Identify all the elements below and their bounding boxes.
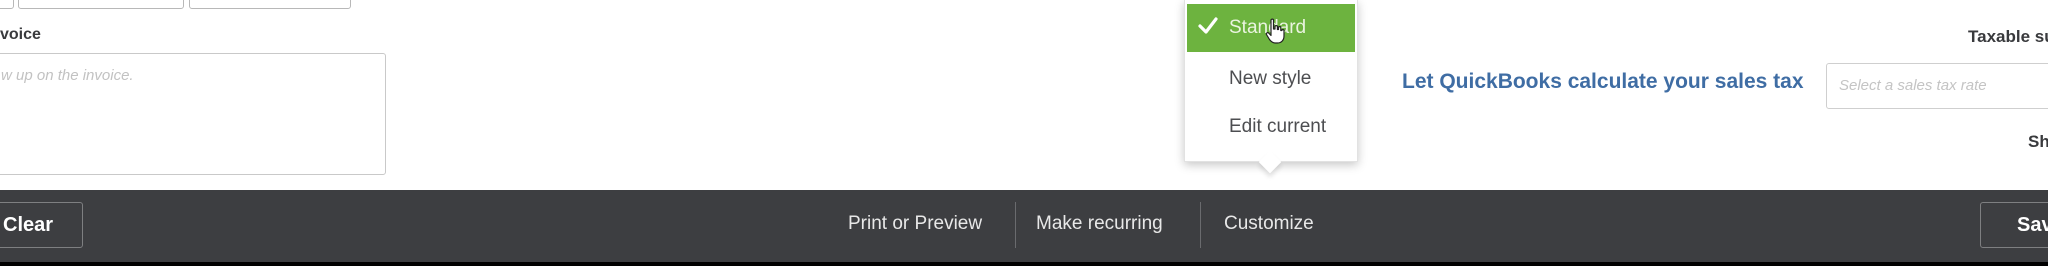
hand-cursor-icon <box>1265 18 1285 44</box>
taxable-subtotal-label: Taxable su <box>1968 27 2048 46</box>
divider <box>1015 202 1016 248</box>
field-box-partial-2[interactable] <box>18 0 184 9</box>
calculate-sales-tax-link[interactable]: Let QuickBooks calculate your sales tax <box>1402 70 1804 94</box>
memo-label: voice <box>0 26 41 43</box>
menu-item-label: Edit current <box>1229 116 1327 137</box>
check-icon <box>1198 17 1218 34</box>
field-box-partial-3[interactable] <box>189 0 351 9</box>
print-or-preview-link[interactable]: Print or Preview <box>848 213 982 235</box>
memo-textarea[interactable]: w up on the invoice. <box>0 53 386 175</box>
menu-item-new-style[interactable]: New style <box>1187 55 1355 103</box>
menu-item-label: New style <box>1229 68 1312 89</box>
sales-tax-rate-select[interactable]: Select a sales tax rate <box>1826 63 2048 109</box>
style-dropdown-menu: Standard New style Edit current <box>1184 0 1358 174</box>
dropdown-pointer <box>1258 150 1282 174</box>
field-box-partial-1[interactable] <box>0 0 14 9</box>
divider <box>1200 202 1201 248</box>
menu-item-standard[interactable]: Standard <box>1187 4 1355 52</box>
shipping-label: Sh <box>2028 132 2048 151</box>
make-recurring-link[interactable]: Make recurring <box>1036 213 1163 235</box>
clear-button[interactable]: Clear <box>0 202 83 248</box>
menu-item-edit-current[interactable]: Edit current <box>1187 103 1355 151</box>
save-button[interactable]: Sav <box>1980 202 2048 248</box>
memo-placeholder: w up on the invoice. <box>1 67 134 84</box>
footer-toolbar: Clear Print or Preview Make recurring Cu… <box>0 190 2048 262</box>
customize-link[interactable]: Customize <box>1224 213 1314 235</box>
sales-tax-placeholder: Select a sales tax rate <box>1839 77 1987 94</box>
footer-bottom-edge <box>0 262 2048 266</box>
